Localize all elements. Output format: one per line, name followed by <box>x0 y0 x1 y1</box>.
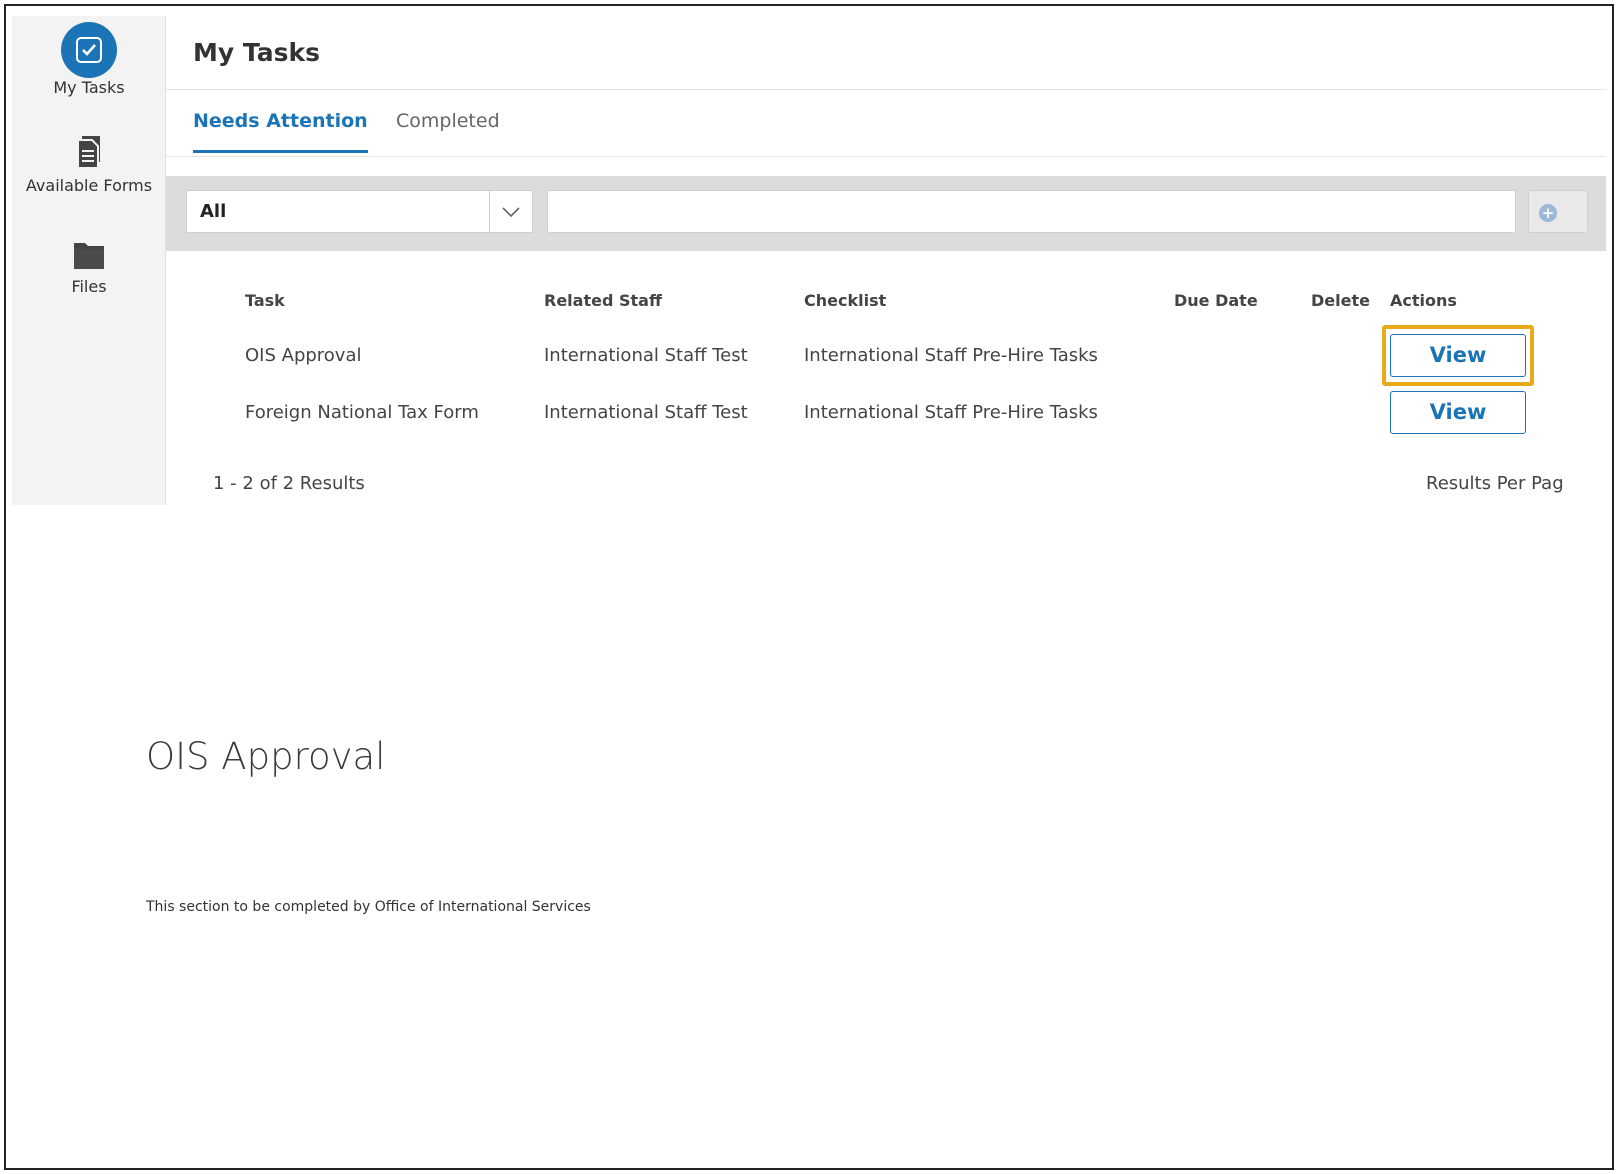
table-cell-task: Foreign National Tax Form <box>245 402 479 423</box>
column-header-related-staff[interactable]: Related Staff <box>544 291 662 310</box>
results-per-page-label: Results Per Pag <box>1426 473 1564 494</box>
table-cell-task: OIS Approval <box>245 345 362 366</box>
sidebar-item-my-tasks[interactable]: My Tasks <box>12 22 166 97</box>
table-cell-checklist: International Staff Pre-Hire Tasks <box>804 402 1098 423</box>
filter-select-value: All <box>200 201 227 222</box>
sidebar-item-available-forms[interactable]: Available Forms <box>12 134 166 195</box>
page-title: My Tasks <box>193 38 320 67</box>
filter-select[interactable]: All <box>186 190 533 233</box>
table-cell-related-staff: International Staff Test <box>544 345 748 366</box>
checkbox-icon <box>61 22 117 78</box>
tab-bar: Needs Attention Completed <box>166 90 1606 157</box>
results-count: 1 - 2 of 2 Results <box>213 473 365 494</box>
add-button[interactable]: + <box>1528 190 1588 233</box>
screenshot-frame: My Tasks Available Forms Files My Tasks … <box>4 4 1614 1170</box>
column-header-due-date[interactable]: Due Date <box>1174 291 1258 310</box>
search-input[interactable] <box>547 190 1516 233</box>
sidebar-item-label: Available Forms <box>25 176 153 195</box>
sidebar-item-label: My Tasks <box>53 78 125 97</box>
tab-needs-attention[interactable]: Needs Attention <box>193 110 368 153</box>
column-header-delete: Delete <box>1311 291 1370 310</box>
folder-icon <box>74 243 104 269</box>
filter-bar: All + <box>166 176 1606 251</box>
sidebar-item-files[interactable]: Files <box>12 235 166 296</box>
chevron-down-icon[interactable] <box>489 191 532 232</box>
sidebar: My Tasks Available Forms Files <box>12 16 166 505</box>
plus-circle-icon: + <box>1539 204 1557 222</box>
column-header-task[interactable]: Task <box>245 291 285 310</box>
document-title: OIS Approval <box>146 735 386 778</box>
table-cell-checklist: International Staff Pre-Hire Tasks <box>804 345 1098 366</box>
view-button[interactable]: View <box>1390 334 1526 377</box>
page-header: My Tasks <box>166 16 1606 90</box>
column-header-checklist[interactable]: Checklist <box>804 291 886 310</box>
document-icon <box>77 136 100 169</box>
view-button[interactable]: View <box>1390 391 1526 434</box>
document-note: This section to be completed by Office o… <box>146 899 591 915</box>
tab-completed[interactable]: Completed <box>396 110 500 132</box>
sidebar-item-label: Files <box>71 277 107 296</box>
table-cell-related-staff: International Staff Test <box>544 402 748 423</box>
tasks-table: Task Related Staff Checklist Due Date De… <box>166 256 1612 506</box>
column-header-actions: Actions <box>1390 291 1457 310</box>
